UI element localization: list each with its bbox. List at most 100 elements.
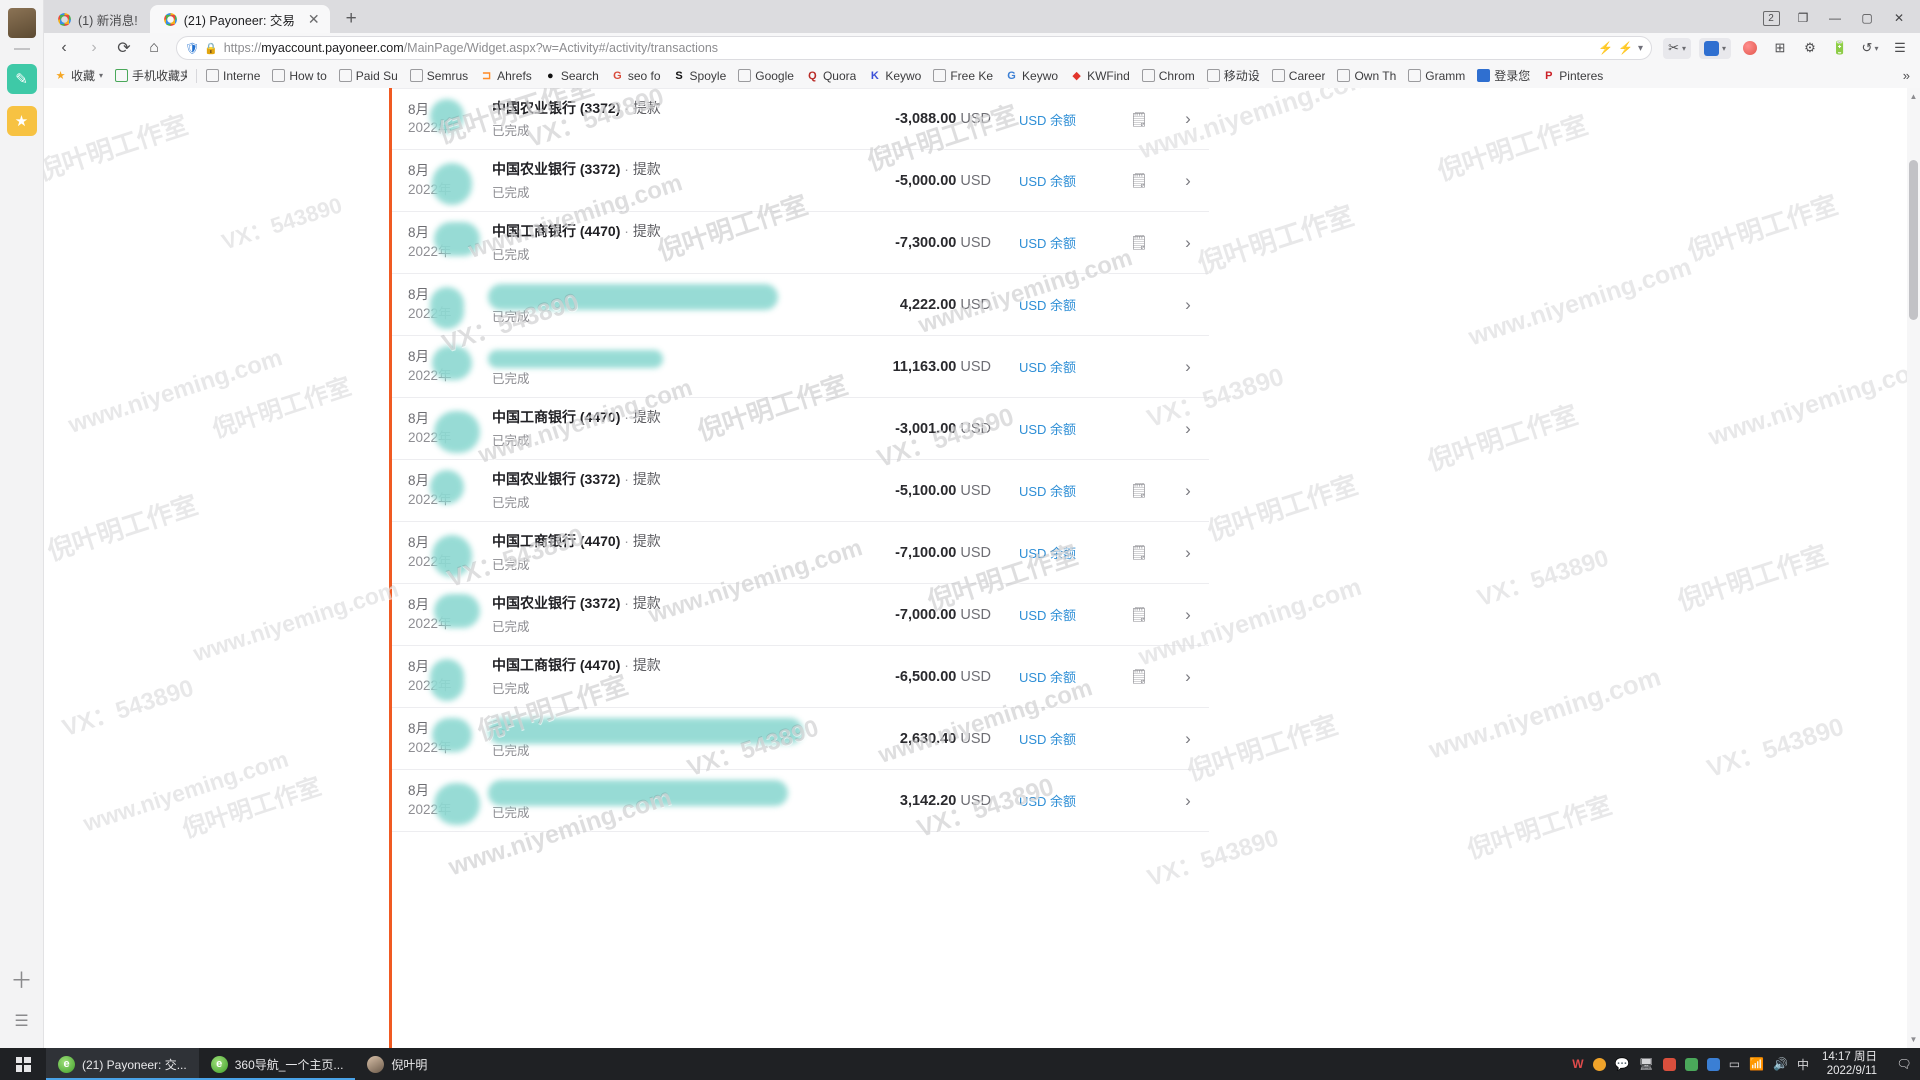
bookmark-item[interactable]: Free Ke [927, 65, 999, 87]
scissors-icon[interactable]: ✂ ▾ [1660, 36, 1694, 60]
bookmark-item[interactable]: 手机收藏夹 [109, 65, 193, 87]
notification-icon[interactable]: 🗨 [1896, 1057, 1912, 1071]
speaker-icon[interactable]: 🔊 [1773, 1057, 1788, 1071]
page-icon [1206, 69, 1220, 82]
watermark-studio: 倪叶明工作室 [209, 373, 355, 444]
taskbar-clock[interactable]: 14:17 周日 2022/9/11 [1818, 1050, 1887, 1079]
bookmark-item[interactable]: 登录您 [1471, 65, 1536, 87]
page-scrollbar[interactable]: ▲ ▼ [1907, 88, 1920, 1048]
tab-item-active[interactable]: (21) Payoneer: 交易 ✕ [149, 5, 330, 33]
chevron-down-icon[interactable]: ▾ [1638, 43, 1643, 54]
watermark-site: www.niyeming.com [1135, 88, 1375, 165]
bookmark-item[interactable]: Gseo fo [605, 65, 667, 87]
windows-taskbar: e (21) Payoneer: 交... e 360导航_一个主页... 倪叶… [0, 1048, 1920, 1080]
rail-notes-icon[interactable]: ✎ [6, 64, 37, 94]
bookmark-item[interactable]: ⊐ Ahrefs [474, 65, 538, 87]
watermark-wechat: VX：543890 [913, 772, 1058, 844]
watermark-wechat: VX：543890 [873, 402, 1018, 474]
bookmark-item[interactable]: S Spoyle [667, 65, 733, 87]
lightning-green-icon[interactable]: ⚡ [1598, 41, 1613, 55]
w-icon[interactable]: W [1572, 1057, 1583, 1071]
browser-side-rail[interactable]: ✎ ★ ＋ ☰ [0, 0, 44, 1048]
bookmark-item[interactable]: P Pinteres [1536, 65, 1609, 87]
avatar-icon [367, 1055, 385, 1073]
minimize-button[interactable]: — [1820, 6, 1850, 30]
bookmarks-overflow-button[interactable]: » [1897, 68, 1916, 83]
translate-icon[interactable]: ▾ [1696, 36, 1734, 60]
page-icon [206, 69, 220, 82]
bookmark-item[interactable]: Own Th [1331, 65, 1402, 87]
watermark-studio: 倪叶明工作室 [1673, 539, 1832, 617]
ie-icon: e [210, 1055, 228, 1073]
wifi-icon[interactable]: 📶 [1749, 1057, 1764, 1071]
watermark-wechat: VX：543890 [443, 522, 588, 594]
bookmarks-bar: ★ 收藏 ▾ 手机收藏夹 Interne How to Paid Su Semrus… [44, 63, 1920, 88]
lock-icon: 🔒 [204, 42, 218, 55]
bookmark-item[interactable]: K Keywo [862, 65, 927, 87]
close-button[interactable]: ✕ [1884, 6, 1914, 30]
display-icon[interactable]: ▭ [1729, 1057, 1740, 1071]
shield-icon[interactable]: 🛡 [185, 42, 199, 55]
settings-gear-icon[interactable]: ⚙ [1796, 36, 1824, 60]
maximize-button[interactable]: ▢ [1852, 6, 1882, 30]
forward-icon[interactable]: › [80, 35, 108, 61]
lightning-yellow-icon[interactable]: ⚡ [1618, 41, 1633, 55]
address-bar[interactable]: 🛡 🔒 https://myaccount.payoneer.com/MainP… [176, 36, 1653, 60]
pin-extension-icon[interactable] [1736, 36, 1764, 60]
scrollbar-thumb[interactable] [1909, 160, 1918, 320]
bookmark-item[interactable]: ◆ KWFind [1064, 65, 1136, 87]
reload-icon[interactable]: ⟳ [110, 35, 138, 61]
bluetooth-icon[interactable] [1706, 1057, 1720, 1071]
scroll-down-arrow-icon[interactable]: ▼ [1909, 1035, 1918, 1044]
taskbar-item-payoneer[interactable]: e (21) Payoneer: 交... [46, 1048, 199, 1080]
bookmark-item[interactable]: Gramm [1402, 65, 1471, 87]
taskbar-item-360[interactable]: e 360导航_一个主页... [198, 1048, 356, 1080]
taskbar-item-user[interactable]: 倪叶明 [355, 1048, 439, 1080]
bookmark-item[interactable]: Paid Su [333, 65, 404, 87]
rail-favorites-icon[interactable]: ★ [6, 106, 37, 136]
bookmark-item[interactable]: Semrus [404, 65, 474, 87]
k-icon: K [870, 69, 879, 82]
bookmark-item[interactable]: G Keywo [999, 65, 1064, 87]
bookmark-item[interactable]: Interne [200, 65, 266, 87]
bookmark-item[interactable]: Chrom [1136, 65, 1201, 87]
bookmark-item[interactable]: ● Search [538, 65, 605, 87]
watermark-site: www.niyeming.com [915, 244, 1136, 339]
bookmark-item[interactable]: ★ 收藏 ▾ [48, 65, 109, 87]
profile-avatar[interactable] [7, 8, 36, 38]
home-icon[interactable]: ⌂ [140, 35, 168, 61]
apps-grid-icon[interactable]: ⊞ [1766, 36, 1794, 60]
windows-start-icon[interactable] [0, 1048, 46, 1080]
close-icon[interactable]: ✕ [308, 12, 320, 26]
new-tab-button[interactable]: + [338, 9, 365, 28]
ie-icon: e [58, 1055, 75, 1073]
orange-circle-icon[interactable] [1592, 1057, 1606, 1071]
watermark-wechat: VX：543890 [1703, 712, 1848, 784]
star-icon: ★ [55, 70, 66, 82]
bookmark-item[interactable]: How to [266, 65, 332, 87]
watermark-site: www.niyeming.com [875, 674, 1096, 769]
scroll-up-arrow-icon[interactable]: ▲ [1909, 92, 1918, 101]
tab-title: (1) 新消息! [78, 13, 138, 28]
restore-down-icon[interactable]: ❐ [1788, 6, 1818, 30]
undo-icon[interactable]: ↺ ▾ [1856, 36, 1884, 60]
battery-icon[interactable]: 🔋 [1826, 36, 1854, 60]
rail-list-icon[interactable]: ☰ [7, 1006, 37, 1036]
chat-icon[interactable]: 💬 [1615, 1057, 1630, 1071]
cloud-icon[interactable] [1684, 1057, 1698, 1071]
tab-item[interactable]: (1) 新消息! [44, 5, 148, 33]
bookmark-item[interactable]: 移动设 [1201, 65, 1266, 87]
profile-count-badge[interactable]: 2 [1756, 6, 1786, 30]
url-path: /MainPage/Widget.aspx?w=Activity#/activi… [403, 41, 719, 55]
rail-add-icon[interactable]: ＋ [7, 964, 37, 994]
back-icon[interactable]: ‹ [50, 35, 78, 61]
menu-icon[interactable]: ☰ [1886, 36, 1914, 60]
shield-icon[interactable] [1662, 1057, 1676, 1071]
ime-cn-icon[interactable]: 中 [1797, 1056, 1809, 1073]
bookmark-item[interactable]: Career [1266, 65, 1332, 87]
bookmark-item[interactable]: Google [732, 65, 800, 87]
url-scheme: https:// [223, 41, 262, 55]
watermark-studio: 倪叶明工作室 [1194, 200, 1358, 280]
monitor-icon[interactable]: 🖥 [1639, 1057, 1654, 1071]
bookmark-item[interactable]: Q Quora [800, 65, 862, 87]
